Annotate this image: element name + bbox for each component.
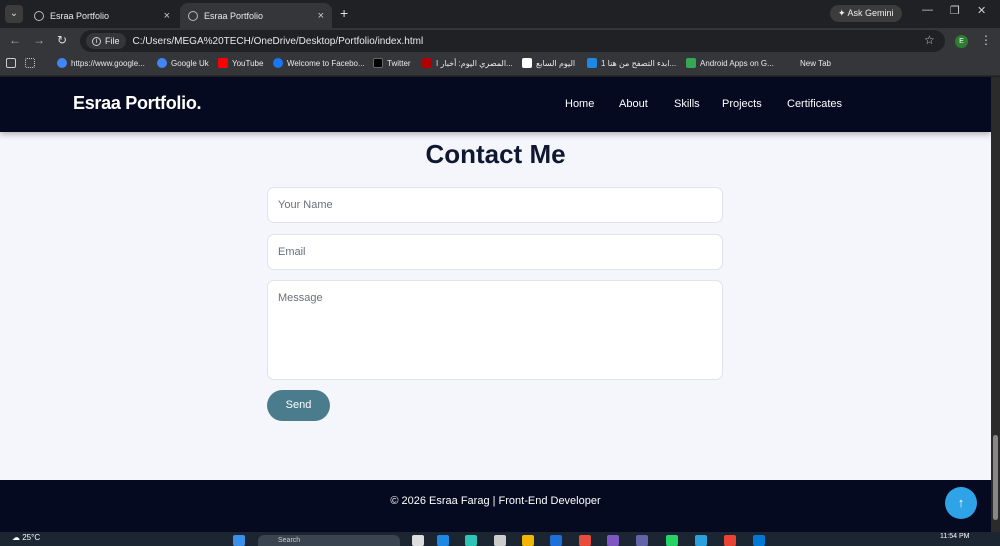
close-icon[interactable]: × xyxy=(164,10,170,22)
google-icon xyxy=(157,58,167,68)
window-close-icon[interactable]: ✕ xyxy=(977,4,986,17)
tab-search-icon[interactable]: ⌄ xyxy=(5,5,23,23)
forward-icon[interactable]: → xyxy=(33,33,45,47)
file-label: File xyxy=(105,36,120,46)
bookmark-item[interactable]: New Tab xyxy=(786,58,831,68)
minimize-icon[interactable]: — xyxy=(922,4,933,16)
page-viewport: Esraa Portfolio. Home About Skills Proje… xyxy=(0,77,991,532)
vscode-icon[interactable] xyxy=(753,535,765,546)
new-tab-page-icon xyxy=(786,58,796,68)
bookmark-item[interactable]: Twitter xyxy=(373,58,411,68)
chrome-icon[interactable] xyxy=(724,535,736,546)
tab-title: Esraa Portfolio xyxy=(50,10,110,21)
task-view-icon[interactable] xyxy=(412,535,424,546)
bookmark-item[interactable]: Welcome to Facebo... xyxy=(273,58,365,68)
taskbar-search[interactable]: Search xyxy=(258,535,400,546)
site-footer: © 2026 Esraa Farag | Front-End Developer xyxy=(0,480,991,532)
visual-studio-icon[interactable] xyxy=(607,535,619,546)
taskbar: ☁ 25°C Search 11:54 PM xyxy=(0,532,1000,546)
copilot-icon[interactable] xyxy=(465,535,477,546)
site-navbar: Esraa Portfolio. Home About Skills Proje… xyxy=(0,77,991,132)
restore-icon[interactable]: ❐ xyxy=(950,4,960,17)
info-icon: i xyxy=(92,36,101,46)
ask-gemini-button[interactable]: ✦ Ask Gemini xyxy=(830,5,902,22)
nav-about[interactable]: About xyxy=(619,98,648,110)
tab-title: Esraa Portfolio xyxy=(204,10,264,21)
new-tab-icon[interactable]: + xyxy=(340,5,348,21)
nav-home[interactable]: Home xyxy=(565,98,594,110)
screen: ⌄ Esraa Portfolio × Esraa Portfolio × + … xyxy=(0,0,1000,546)
bookmark-item[interactable]: المصري اليوم: أخبار ا... xyxy=(422,58,513,68)
contact-title: Contact Me xyxy=(425,139,566,169)
nav-projects[interactable]: Projects xyxy=(722,98,762,110)
scrollbar-thumb[interactable] xyxy=(993,435,998,520)
reload-icon[interactable]: ↻ xyxy=(57,33,67,47)
bookmarks-bar: https://www.google... Google Uk YouTube … xyxy=(0,54,1000,76)
url-text: C:/Users/MEGA%20TECH/OneDrive/Desktop/Po… xyxy=(132,35,424,47)
sidebar-icon[interactable] xyxy=(6,58,20,68)
nav-certificates[interactable]: Certificates xyxy=(787,98,842,110)
play-store-icon xyxy=(686,58,696,68)
tab-2-active[interactable]: Esraa Portfolio × xyxy=(180,3,332,28)
start-icon[interactable] xyxy=(233,535,245,546)
site-logo[interactable]: Esraa Portfolio. xyxy=(73,93,202,114)
weather-widget[interactable]: ☁ 25°C xyxy=(12,533,40,542)
bookmark-item[interactable]: اليوم السابع xyxy=(522,58,575,68)
bookmark-site-icon xyxy=(587,58,597,68)
taskbar-clock[interactable]: 11:54 PM xyxy=(940,533,969,540)
weather-temp: 25°C xyxy=(22,533,41,542)
file-explorer-icon[interactable] xyxy=(522,535,534,546)
close-icon[interactable]: × xyxy=(318,10,324,22)
facebook-icon xyxy=(273,58,283,68)
mail-icon[interactable] xyxy=(550,535,562,546)
site-info-chip[interactable]: i File xyxy=(86,33,126,49)
message-textarea[interactable]: Message xyxy=(267,280,723,380)
browser-toolbar: ← → ↻ i File C:/Users/MEGA%20TECH/OneDri… xyxy=(0,28,1000,54)
globe-icon xyxy=(188,10,198,21)
teams-icon[interactable] xyxy=(636,535,648,546)
footer-text: © 2026 Esraa Farag | Front-End Developer xyxy=(390,495,601,507)
profile-avatar[interactable]: E xyxy=(955,35,968,48)
send-button[interactable]: Send xyxy=(267,390,330,421)
bookmark-item[interactable]: Android Apps on G... xyxy=(686,58,774,68)
address-bar[interactable]: i File C:/Users/MEGA%20TECH/OneDrive/Des… xyxy=(80,30,945,52)
bookmark-item[interactable]: https://www.google... xyxy=(57,58,145,68)
app-icon[interactable] xyxy=(579,535,591,546)
tab-1[interactable]: Esraa Portfolio × xyxy=(26,3,178,28)
bookmark-item[interactable]: ابدء التصفح من هنا 1... xyxy=(587,58,676,68)
bookmark-star-icon[interactable]: ☆ xyxy=(924,33,935,47)
ask-gemini-label: Ask Gemini xyxy=(847,8,894,18)
bookmark-item[interactable]: YouTube xyxy=(218,58,263,68)
google-icon xyxy=(57,58,67,68)
tab-strip: ⌄ Esraa Portfolio × Esraa Portfolio × + … xyxy=(0,0,1000,28)
edge-icon[interactable] xyxy=(437,535,449,546)
arrow-up-icon[interactable]: ↑ xyxy=(945,487,977,519)
bookmark-item[interactable]: Google Uk xyxy=(157,58,209,68)
apps-grid-icon[interactable] xyxy=(25,58,39,68)
scrollbar[interactable] xyxy=(991,77,1000,532)
menu-icon[interactable]: ⋮ xyxy=(980,33,992,47)
nav-skills[interactable]: Skills xyxy=(674,98,700,110)
youtube-icon xyxy=(218,58,228,68)
name-input[interactable]: Your Name xyxy=(267,187,723,223)
email-input[interactable]: Email xyxy=(267,234,723,270)
x-icon xyxy=(373,58,383,68)
telegram-icon[interactable] xyxy=(695,535,707,546)
youm7-icon xyxy=(522,58,532,68)
back-icon[interactable]: ← xyxy=(9,33,21,47)
globe-icon xyxy=(34,10,44,21)
whatsapp-icon[interactable] xyxy=(666,535,678,546)
masrawy-icon xyxy=(422,58,432,68)
store-icon[interactable] xyxy=(494,535,506,546)
